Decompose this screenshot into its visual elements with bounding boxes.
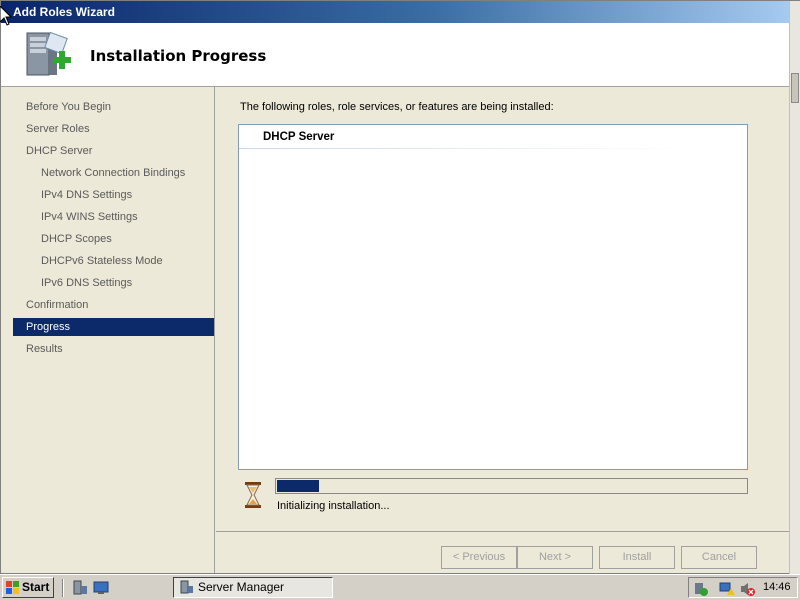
server-manager-icon [180,580,193,594]
intro-text: The following roles, role services, or f… [240,101,554,113]
previous-button[interactable]: < Previous [441,546,517,569]
quick-launch-separator [62,579,64,597]
nav-item-ipv4-dns-settings[interactable]: IPv4 DNS Settings [13,186,214,204]
progress-bar-fill [277,480,319,492]
installation-progress-bar [275,478,748,494]
taskbar-item-label: Server Manager [198,580,285,594]
wizard-steps-nav: Before You Begin Server Roles DHCP Serve… [13,87,215,573]
start-button[interactable]: Start [2,577,54,598]
window-titlebar[interactable]: Add Roles Wizard [1,1,789,23]
wizard-header: Installation Progress [1,23,789,87]
add-roles-wizard-window: Add Roles Wizard Installation Progress B… [0,0,800,575]
status-text: Initializing installation... [277,500,390,512]
cancel-button[interactable]: Cancel [681,546,757,569]
list-item: DHCP Server [263,131,335,143]
show-desktop-icon[interactable] [93,580,109,596]
nav-item-ipv4-wins-settings[interactable]: IPv4 WINS Settings [13,208,214,226]
nav-item-confirmation[interactable]: Confirmation [13,296,214,314]
nav-item-dhcpv6-stateless-mode[interactable]: DHCPv6 Stateless Mode [13,252,214,270]
nav-item-dhcp-server[interactable]: DHCP Server [13,142,214,160]
nav-item-dhcp-scopes[interactable]: DHCP Scopes [13,230,214,248]
network-warning-icon[interactable] [719,581,735,597]
mouse-cursor-icon [0,6,12,26]
nav-item-before-you-begin[interactable]: Before You Begin [13,98,214,116]
scrollbar-thumb[interactable] [791,73,799,103]
taskbar: Start Server Manager 14:46 [0,574,800,600]
next-button[interactable]: Next > [517,546,593,569]
page-title: Installation Progress [90,47,267,65]
window-scrollbar[interactable] [789,1,800,575]
server-manager-icon[interactable] [72,580,88,596]
wizard-content: The following roles, role services, or f… [216,87,789,573]
list-item-separator [239,148,689,149]
nav-item-server-roles[interactable]: Server Roles [13,120,214,138]
nav-item-progress[interactable]: Progress [13,318,214,336]
windows-logo-icon [6,581,19,594]
nav-item-results[interactable]: Results [13,340,214,358]
start-label: Start [22,580,50,594]
taskbar-item-server-manager[interactable]: Server Manager [173,577,333,598]
footer-divider [216,531,789,532]
system-tray: 14:46 [688,577,798,598]
install-button[interactable]: Install [599,546,675,569]
volume-muted-icon[interactable] [739,581,755,597]
security-shield-icon[interactable] [693,581,709,597]
nav-item-network-connection-bindings[interactable]: Network Connection Bindings [13,164,214,182]
nav-item-ipv6-dns-settings[interactable]: IPv6 DNS Settings [13,274,214,292]
server-add-role-icon [26,31,71,76]
hourglass-icon [245,482,261,508]
clock[interactable]: 14:46 [763,578,791,597]
installing-items-list[interactable]: DHCP Server [238,124,748,470]
